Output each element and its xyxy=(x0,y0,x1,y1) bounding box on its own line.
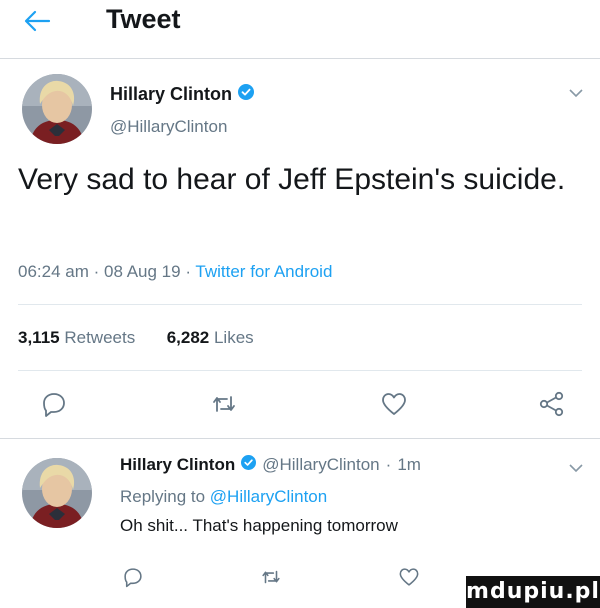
page-title: Tweet xyxy=(106,4,181,34)
reply-icon xyxy=(124,568,142,588)
tweet-time: 06:24 am xyxy=(18,262,89,281)
retweet-icon xyxy=(213,396,235,412)
author-row: Hillary Clinton xyxy=(110,84,255,105)
replying-to: Replying to @HillaryClinton xyxy=(120,487,327,507)
back-button[interactable] xyxy=(22,6,52,36)
share-icon xyxy=(539,391,564,417)
retweet-button[interactable] xyxy=(210,390,238,418)
chevron-down-icon xyxy=(569,89,583,98)
verified-badge-icon xyxy=(238,84,255,105)
watermark-logo: mdupiu.pl xyxy=(466,576,600,608)
reply-button[interactable] xyxy=(40,390,68,418)
reply-author-name[interactable]: Hillary Clinton xyxy=(120,455,235,475)
reply-avatar[interactable] xyxy=(22,458,92,528)
like-count[interactable]: 6,282 xyxy=(167,328,210,347)
retweets-label[interactable]: Retweets xyxy=(64,328,135,347)
verified-badge-icon xyxy=(241,455,257,475)
arrow-left-icon xyxy=(24,10,51,32)
retweet-icon xyxy=(262,570,280,584)
reply-icon xyxy=(43,393,65,417)
tweet-text: Very sad to hear of Jeff Epstein's suici… xyxy=(18,163,566,196)
top-bar: Tweet xyxy=(0,0,600,59)
tweet-client-link[interactable]: Twitter for Android xyxy=(195,262,332,281)
author-handle[interactable]: @HillaryClinton xyxy=(110,117,227,137)
retweet-count[interactable]: 3,115 xyxy=(18,328,60,347)
divider xyxy=(18,370,582,371)
more-options-button[interactable] xyxy=(568,86,584,98)
reply-handle[interactable]: @HillaryClinton xyxy=(262,455,379,475)
replying-mention-link[interactable]: @HillaryClinton xyxy=(210,487,327,506)
like-button[interactable] xyxy=(380,390,408,418)
tweet-meta: 06:24 am · 08 Aug 19 · Twitter for Andro… xyxy=(18,262,333,281)
like-icon xyxy=(382,393,406,415)
tweet-date: 08 Aug 19 xyxy=(104,262,181,281)
avatar[interactable] xyxy=(22,74,92,144)
divider xyxy=(0,438,600,439)
likes-label[interactable]: Likes xyxy=(214,328,254,347)
tweet-stats: 3,115 Retweets 6,282 Likes xyxy=(18,328,254,348)
reply-author-row: Hillary Clinton @HillaryClinton · 1m xyxy=(120,455,421,475)
like-icon xyxy=(399,568,419,586)
reply-text: Oh shit... That's happening tomorrow xyxy=(120,516,398,535)
reply-retweet-button[interactable] xyxy=(260,566,282,588)
reply-more-options-button[interactable] xyxy=(568,461,584,473)
divider xyxy=(18,304,582,305)
reply-age: 1m xyxy=(397,455,421,474)
chevron-down-icon xyxy=(569,464,583,473)
reply-reply-button[interactable] xyxy=(122,566,144,588)
author-name[interactable]: Hillary Clinton xyxy=(110,84,232,105)
share-button[interactable] xyxy=(538,390,566,418)
replying-prefix: Replying to xyxy=(120,487,206,506)
reply-like-button[interactable] xyxy=(398,566,420,588)
